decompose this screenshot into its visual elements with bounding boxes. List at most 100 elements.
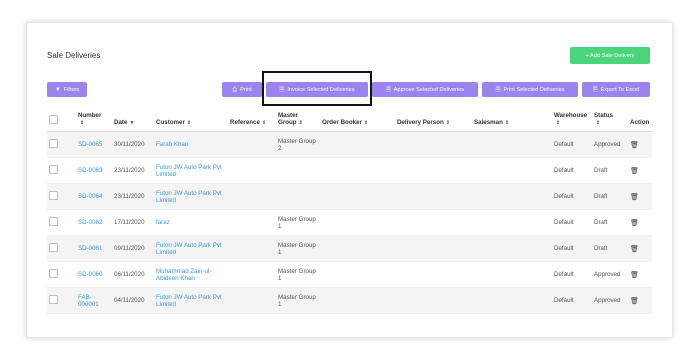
delivery-number-link[interactable]: FAB-000001 bbox=[78, 294, 99, 308]
order-booker-cell bbox=[320, 261, 395, 288]
salesman-header[interactable]: Salesman ⇕ bbox=[472, 110, 552, 132]
order-booker-cell bbox=[320, 209, 395, 236]
print-button[interactable]: ⎙ Print bbox=[222, 82, 262, 97]
table-row[interactable]: SD-0062 17/11/2020 faraz Master Group 1 Defa… bbox=[47, 209, 652, 236]
trash-icon[interactable]: 🗑 bbox=[630, 272, 639, 279]
customer-link[interactable]: faraz bbox=[156, 219, 170, 226]
trash-icon[interactable]: 🗑 bbox=[630, 298, 639, 305]
table-row[interactable]: SD-0060 06/11/2020 Muhammad Zain-ul-Abidee… bbox=[47, 261, 652, 288]
date-cell: 23/11/2020 bbox=[112, 183, 154, 210]
customer-cell[interactable]: Futon JW Auto Park Pvt Limited bbox=[154, 183, 228, 210]
status-cell: Approved bbox=[592, 131, 628, 158]
action-cell: 🗑 bbox=[628, 235, 652, 262]
reference-cell bbox=[228, 209, 276, 236]
status-cell: Approved bbox=[592, 261, 628, 288]
number-cell[interactable]: FAB-000001 bbox=[76, 287, 112, 314]
number-cell[interactable]: SD-0061 bbox=[76, 235, 112, 262]
order-booker-cell bbox=[320, 183, 395, 210]
master-group-cell: Master Group 2 bbox=[276, 131, 320, 158]
status-header[interactable]: Status ⇕ bbox=[592, 110, 628, 132]
customer-cell[interactable]: Farah Khan bbox=[154, 131, 228, 158]
customer-link[interactable]: Futon JW Auto Park Pvt Limited bbox=[156, 190, 222, 204]
delivery-number-link[interactable]: SD-0063 bbox=[78, 167, 102, 174]
customer-link[interactable]: Futon JW Auto Park Pvt Limited bbox=[156, 164, 222, 178]
row-checkbox[interactable] bbox=[49, 295, 58, 304]
row-checkbox[interactable] bbox=[49, 217, 58, 226]
master-group-cell bbox=[276, 183, 320, 210]
date-cell: 09/11/2020 bbox=[112, 235, 154, 262]
order-booker-cell bbox=[320, 287, 395, 314]
row-select-cell bbox=[47, 209, 76, 236]
reference-cell bbox=[228, 157, 276, 184]
action-header: Action bbox=[628, 110, 652, 132]
table-row[interactable]: SD-0063 23/11/2020 Futon JW Auto Park Pvt … bbox=[47, 157, 652, 184]
add-sale-delivery-button[interactable]: + Add Sale Delivery bbox=[570, 47, 650, 64]
select-all-checkbox[interactable] bbox=[49, 115, 58, 124]
number-cell[interactable]: SD-0060 bbox=[76, 261, 112, 288]
trash-icon[interactable]: 🗑 bbox=[630, 220, 639, 227]
reference-header-label: Reference bbox=[230, 119, 260, 126]
date-header[interactable]: Date ▼ bbox=[112, 110, 154, 132]
delivery-person-header[interactable]: Delivery Person ⇕ bbox=[395, 110, 472, 132]
customer-link[interactable]: Futon JW Auto Park Pvt Limited bbox=[156, 242, 222, 256]
trash-icon[interactable]: 🗑 bbox=[630, 168, 639, 175]
date-cell: 23/11/2020 bbox=[112, 157, 154, 184]
number-cell[interactable]: SD-0065 bbox=[76, 131, 112, 158]
export-label: Export To Excel bbox=[600, 86, 640, 93]
order-booker-cell bbox=[320, 157, 395, 184]
delivery-number-link[interactable]: SD-0062 bbox=[78, 219, 102, 226]
print-selected-deliveries-button[interactable]: 🗎 Print Selected Deliveries bbox=[482, 82, 578, 97]
row-checkbox[interactable] bbox=[49, 191, 58, 200]
action-cell: 🗑 bbox=[628, 261, 652, 288]
table-row[interactable]: SD-0061 09/11/2020 Futon JW Auto Park Pvt … bbox=[47, 235, 652, 262]
date-cell: 30/11/2020 bbox=[112, 131, 154, 158]
customer-cell[interactable]: Futon JW Auto Park Pvt Limited bbox=[154, 287, 228, 314]
reference-cell bbox=[228, 183, 276, 210]
number-header[interactable]: Number ⇕ bbox=[76, 110, 112, 132]
trash-icon[interactable]: 🗑 bbox=[630, 194, 639, 201]
reference-header[interactable]: Reference ⇕ bbox=[228, 110, 276, 132]
customer-link[interactable]: Muhammad Zain-ul-Abideen Khan bbox=[156, 268, 211, 282]
delivery-number-link[interactable]: SD-0060 bbox=[78, 271, 102, 278]
delivery-person-header-label: Delivery Person bbox=[397, 119, 444, 126]
order-booker-header[interactable]: Order Booker ⇕ bbox=[320, 110, 395, 132]
delivery-person-cell bbox=[395, 183, 472, 210]
row-checkbox[interactable] bbox=[49, 139, 58, 148]
sort-icon: ⇕ bbox=[186, 120, 192, 126]
delivery-number-link[interactable]: SD-0061 bbox=[78, 245, 102, 252]
number-cell[interactable]: SD-0063 bbox=[76, 157, 112, 184]
sort-icon: ⇕ bbox=[445, 120, 450, 126]
table-row[interactable]: SD-0064 23/11/2020 Futon JW Auto Park Pvt … bbox=[47, 183, 652, 210]
action-cell: 🗑 bbox=[628, 157, 652, 184]
master-group-header[interactable]: Master Group ⇕ bbox=[276, 110, 320, 132]
add-sale-delivery-label: + Add Sale Delivery bbox=[585, 52, 635, 59]
warehouse-header-label: Warehouse bbox=[554, 112, 588, 119]
customer-header[interactable]: Customer ⇕ bbox=[154, 110, 228, 132]
warehouse-cell: Default bbox=[552, 209, 592, 236]
table-row[interactable]: FAB-000001 04/11/2020 Futon JW Auto Park P… bbox=[47, 287, 652, 314]
customer-link[interactable]: Farah Khan bbox=[156, 141, 188, 148]
customer-cell[interactable]: Muhammad Zain-ul-Abideen Khan bbox=[154, 261, 228, 288]
document-icon: 🗎 bbox=[385, 86, 391, 93]
customer-cell[interactable]: faraz bbox=[154, 209, 228, 236]
delivery-number-link[interactable]: SD-0064 bbox=[78, 193, 102, 200]
table-row[interactable]: SD-0065 30/11/2020 Farah Khan Master Group … bbox=[47, 131, 652, 158]
export-to-excel-button[interactable]: 🗎 Export To Excel bbox=[582, 82, 650, 97]
customer-link[interactable]: Futon JW Auto Park Pvt Limited bbox=[156, 294, 222, 308]
select-all-header bbox=[47, 110, 76, 132]
customer-cell[interactable]: Futon JW Auto Park Pvt Limited bbox=[154, 235, 228, 262]
delivery-number-link[interactable]: SD-0065 bbox=[78, 141, 102, 148]
row-checkbox[interactable] bbox=[49, 269, 58, 278]
trash-icon[interactable]: 🗑 bbox=[630, 142, 639, 149]
master-group-cell: Master Group 1 bbox=[276, 209, 320, 236]
row-checkbox[interactable] bbox=[49, 165, 58, 174]
filters-button[interactable]: ▼ Filters bbox=[47, 82, 87, 97]
approve-selected-deliveries-button[interactable]: 🗎 Approve Selected Deliveries bbox=[372, 82, 478, 97]
number-cell[interactable]: SD-0062 bbox=[76, 209, 112, 236]
number-cell[interactable]: SD-0064 bbox=[76, 183, 112, 210]
trash-icon[interactable]: 🗑 bbox=[630, 246, 639, 253]
row-checkbox[interactable] bbox=[49, 243, 58, 252]
status-header-label: Status bbox=[594, 112, 613, 119]
warehouse-header[interactable]: Warehouse ⇕ bbox=[552, 110, 592, 132]
customer-cell[interactable]: Futon JW Auto Park Pvt Limited bbox=[154, 157, 228, 184]
